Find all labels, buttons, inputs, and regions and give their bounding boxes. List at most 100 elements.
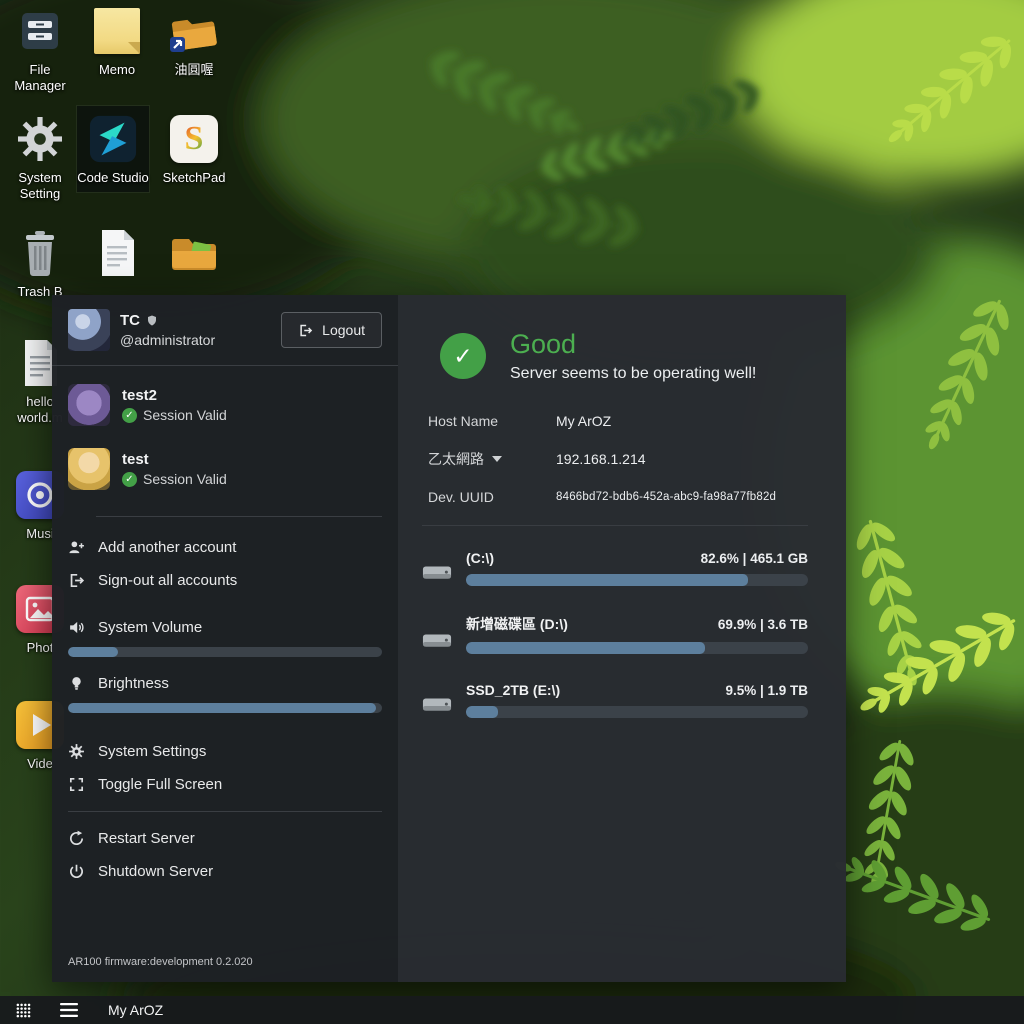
account-avatar [68,384,110,426]
folder-shortcut-icon [167,4,221,58]
firmware-version: AR100 firmware:development 0.2.020 [68,950,382,972]
taskbar-menu-button[interactable] [60,1003,78,1017]
disk-name: (C:\) [466,550,494,566]
fullscreen-icon [68,776,85,793]
server-status-header: ✓ Good Server seems to be operating well… [440,329,808,383]
disk-stats: 69.9% | 3.6 TB [718,617,808,632]
divider [422,525,808,526]
apps-grid-icon [16,1003,31,1018]
desktop-icon-file-manager[interactable]: File Manager [4,4,76,95]
disk-stats: 9.5% | 1.9 TB [725,683,808,698]
restart-server-label: Restart Server [98,830,195,847]
account-name: test [122,451,227,468]
desktop-icon-document[interactable] [81,226,153,284]
code-studio-icon [86,112,140,166]
disk-usage-fill [466,574,748,586]
brightness-label: Brightness [98,675,169,692]
disk-usage-bar [466,574,808,586]
speaker-icon [68,619,85,636]
signout-all-item[interactable]: Sign-out all accounts [68,564,382,597]
ip-address-value: 192.168.1.214 [556,451,646,467]
desktop-icon-trash-bin[interactable]: Trash B [4,226,76,300]
shutdown-server-label: Shutdown Server [98,863,213,880]
desktop-icon-label: SketchPad [158,170,230,186]
current-user-header: TC @administrator Logout [68,309,382,351]
taskbar-host-label: My ArOZ [108,1002,163,1018]
hostname-row: Host Name My ArOZ [428,413,808,429]
volume-label-row: System Volume [68,615,382,640]
logout-icon [298,323,313,338]
status-check-icon: ✓ [440,333,486,379]
memo-icon [90,4,144,58]
desktop-icon-memo[interactable]: Memo [81,4,153,78]
disk-name: 新增磁碟區 (D:\) [466,614,568,634]
logout-label: Logout [322,322,365,338]
session-status: Session Valid [143,407,227,423]
desktop-icon-label: 油圓喔 [158,62,230,78]
account-row-test[interactable]: test ✓ Session Valid [68,448,382,490]
disk-usage-fill [466,706,498,718]
hard-drive-icon [422,629,452,653]
user-avatar [68,309,110,351]
add-account-label: Add another account [98,539,236,556]
bulb-icon [68,675,85,692]
shutdown-server-item[interactable]: Shutdown Server [68,855,382,888]
shield-icon [146,314,158,327]
system-settings-item[interactable]: System Settings [68,735,382,768]
system-tray-panel: TC @administrator Logout test2 ✓ [52,295,846,982]
desktop-icon-system-setting[interactable]: System Setting [4,112,76,203]
disk-usage-fill [466,642,705,654]
desktop-icon-shortcut-folder[interactable]: 油圓喔 [158,4,230,78]
account-name: test2 [122,387,227,404]
hostname-value: My ArOZ [556,413,611,429]
disk-row-e: SSD_2TB (E:\) 9.5% | 1.9 TB [422,682,808,718]
disk-row-d: 新增磁碟區 (D:\) 69.9% | 3.6 TB [422,614,808,654]
hamburger-icon [60,1003,78,1017]
desktop-icon-folder-item[interactable] [158,226,230,284]
folder-with-item-icon [167,226,221,280]
check-circle-icon: ✓ [122,408,137,423]
brightness-fill [68,703,376,713]
logout-button[interactable]: Logout [281,312,382,348]
account-avatar [68,448,110,490]
volume-fill [68,647,118,657]
file-manager-icon [13,4,67,58]
account-row-test2[interactable]: test2 ✓ Session Valid [68,384,382,426]
status-state: Good [510,329,756,360]
person-plus-icon [68,539,85,556]
toggle-fullscreen-label: Toggle Full Screen [98,776,222,793]
desktop-icon-label: Code Studio [77,170,149,186]
hard-drive-icon [422,693,452,717]
desktop-icon-label: Memo [81,62,153,78]
uuid-value: 8466bd72-bdb6-452a-abc9-fa98a77fb82d [556,491,776,503]
brightness-slider[interactable] [68,703,382,713]
desktop-icon-code-studio[interactable]: Code Studio [77,106,149,192]
add-account-item[interactable]: Add another account [68,531,382,564]
desktop-icon-label: File Manager [4,62,76,95]
check-circle-icon: ✓ [122,472,137,487]
power-icon [68,863,85,880]
desktop: File Manager Memo 油圓喔 [0,0,1024,1024]
desktop-icon-label: System Setting [4,170,76,203]
disk-row-c: (C:\) 82.6% | 465.1 GB [422,550,808,586]
sign-out-icon [68,572,85,589]
hostname-label: Host Name [428,413,556,429]
sketchpad-icon: S [167,112,221,166]
system-settings-label: System Settings [98,743,206,760]
restart-server-item[interactable]: Restart Server [68,822,382,855]
user-menu-column: TC @administrator Logout test2 ✓ [52,295,398,982]
document-icon [90,226,144,280]
gear-icon [13,112,67,166]
uuid-label: Dev. UUID [428,489,556,505]
start-menu-button[interactable] [0,996,46,1024]
divider [68,811,382,812]
desktop-icon-sketchpad[interactable]: S SketchPad [158,112,230,186]
network-interface-dropdown[interactable]: 乙太網路 [428,449,556,469]
disk-usage-bar [466,706,808,718]
volume-slider[interactable] [68,647,382,657]
taskbar: My ArOZ [0,996,1024,1024]
toggle-fullscreen-item[interactable]: Toggle Full Screen [68,768,382,801]
brightness-label-row: Brightness [68,671,382,696]
server-status-column: ✓ Good Server seems to be operating well… [398,295,846,982]
restart-icon [68,830,85,847]
